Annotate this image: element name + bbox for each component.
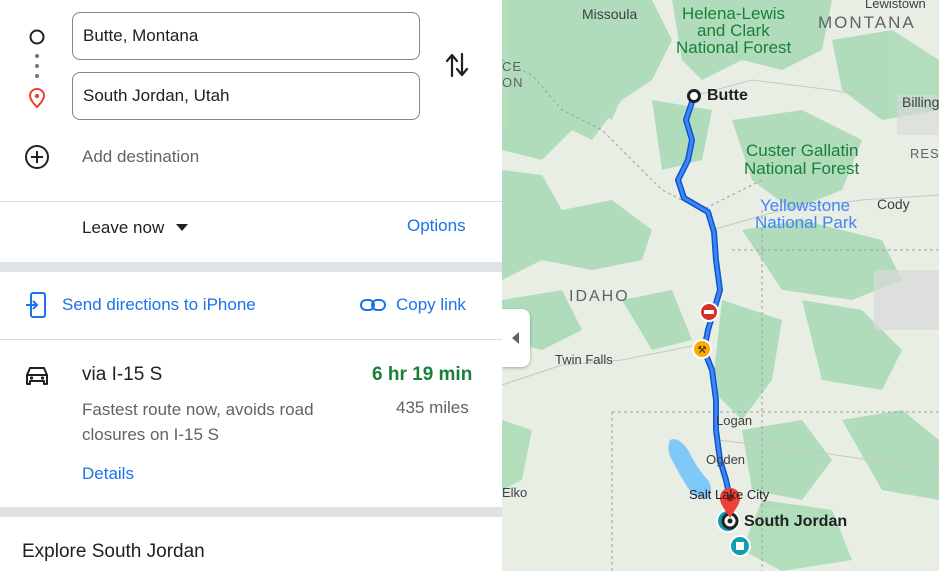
send-to-phone-icon[interactable] [26, 292, 48, 318]
add-destination-label[interactable]: Add destination [82, 147, 199, 167]
chevron-left-icon [512, 332, 519, 344]
route-duration: 6 hr 19 min [372, 364, 473, 385]
map-label-res: RES [910, 146, 939, 161]
map-label-twin-falls: Twin Falls [555, 352, 613, 367]
map-label-salt-lake-city: Salt Lake City [689, 487, 770, 502]
section-divider [0, 262, 502, 272]
map-view[interactable]: ⚒ Missoula Helena-Lewis and Clark Nation… [502, 0, 939, 571]
origin-input[interactable]: Butte, Montana [72, 12, 420, 60]
divider [0, 201, 502, 202]
route-dots-icon [35, 54, 39, 78]
copy-link-button[interactable]: Copy link [396, 295, 466, 315]
map-label-butte: Butte [707, 87, 748, 104]
map-label-ce: CE [502, 59, 523, 74]
options-button[interactable]: Options [407, 216, 466, 236]
map-label-cody: Cody [877, 196, 910, 212]
map-label-elko: Elko [502, 485, 528, 500]
map-label-custer-gallatin: Custer Gallatin [746, 141, 859, 160]
origin-circle-icon [29, 29, 45, 45]
route-via: via I-15 S [82, 364, 163, 385]
map-background: ⚒ [502, 0, 939, 571]
svg-text:⚒: ⚒ [698, 345, 707, 356]
destination-pin-icon [28, 88, 46, 108]
route-description: Fastest route now, avoids road closures … [82, 400, 314, 444]
map-label-missoula: Missoula [582, 6, 638, 22]
map-label-lewistown: Lewistown [865, 0, 926, 11]
destination-input[interactable]: South Jordan, Utah [72, 72, 420, 120]
explore-heading: Explore South Jordan [22, 541, 205, 562]
swap-directions-icon[interactable] [444, 50, 470, 80]
map-label-billings: Billing [902, 94, 939, 110]
directions-panel: Butte, Montana South Jordan, Utah Add de… [0, 0, 502, 571]
send-directions-button[interactable]: Send directions to iPhone [62, 295, 256, 315]
map-label-ogden: Ogden [706, 452, 746, 467]
map-label-national-forest: National Forest [676, 38, 792, 57]
map-label-custer-nf: National Forest [744, 159, 860, 178]
map-label-logan: Logan [716, 413, 753, 428]
map-label-montana: MONTANA [818, 13, 916, 32]
add-destination-icon[interactable] [24, 144, 50, 170]
car-icon [26, 367, 48, 385]
map-label-on: ON [502, 75, 524, 90]
map-label-yellowstone-np: National Park [755, 213, 858, 232]
map-label-south-jordan: South Jordan [744, 513, 848, 530]
section-divider [0, 507, 502, 517]
collapse-panel-button[interactable] [502, 309, 530, 367]
leave-now-label: Leave now [82, 218, 165, 237]
route-distance: 435 miles [396, 398, 469, 417]
caret-down-icon [176, 224, 189, 231]
divider [0, 339, 502, 340]
details-button[interactable]: Details [82, 464, 134, 484]
link-icon[interactable] [360, 297, 386, 313]
leave-now-dropdown[interactable]: Leave now [82, 217, 189, 239]
map-label-idaho: IDAHO [569, 288, 630, 305]
